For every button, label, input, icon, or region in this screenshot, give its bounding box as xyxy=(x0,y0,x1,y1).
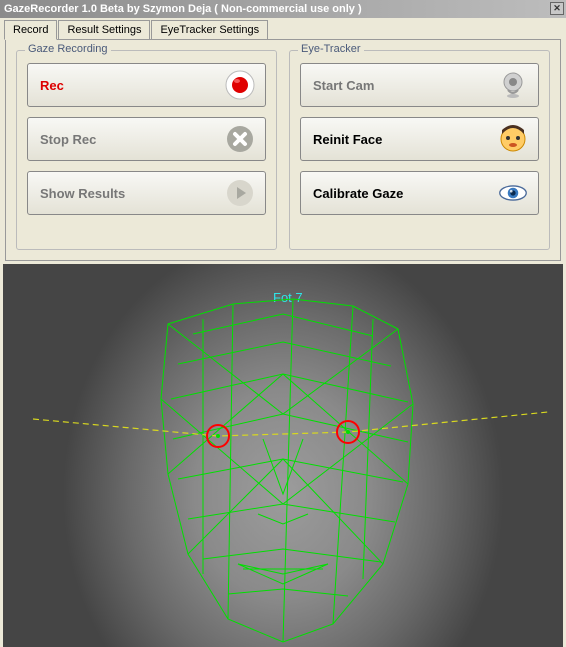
group-gaze-title: Gaze Recording xyxy=(25,43,111,55)
record-panel: Gaze Recording Rec Stop Rec xyxy=(5,39,561,261)
group-eye-tracker: Eye-Tracker Start Cam Reinit Face xyxy=(289,50,550,250)
close-icon[interactable]: ✕ xyxy=(550,2,564,15)
rec-label: Rec xyxy=(40,78,64,93)
rec-button[interactable]: Rec xyxy=(27,63,266,107)
record-icon xyxy=(225,70,255,100)
show-results-label: Show Results xyxy=(40,186,125,201)
tab-container: Record Result Settings EyeTracker Settin… xyxy=(0,18,566,261)
calibrate-gaze-label: Calibrate Gaze xyxy=(313,186,403,201)
window-title: GazeRecorder 1.0 Beta by Szymon Deja ( N… xyxy=(4,3,362,15)
group-gaze-recording: Gaze Recording Rec Stop Rec xyxy=(16,50,277,250)
reinit-face-button[interactable]: Reinit Face xyxy=(300,117,539,161)
start-cam-label: Start Cam xyxy=(313,78,374,93)
group-eye-title: Eye-Tracker xyxy=(298,43,364,55)
stop-rec-button[interactable]: Stop Rec xyxy=(27,117,266,161)
reinit-face-label: Reinit Face xyxy=(313,132,382,147)
show-results-button[interactable]: Show Results xyxy=(27,171,266,215)
calibrate-gaze-button[interactable]: Calibrate Gaze xyxy=(300,171,539,215)
tab-result-settings[interactable]: Result Settings xyxy=(58,20,150,39)
camera-preview: Fot 7 xyxy=(3,264,563,647)
stop-icon xyxy=(225,124,255,154)
tab-eyetracker-settings[interactable]: EyeTracker Settings xyxy=(151,20,268,39)
tab-record[interactable]: Record xyxy=(4,20,57,40)
webcam-icon xyxy=(498,70,528,100)
play-icon xyxy=(225,178,255,208)
window-titlebar: GazeRecorder 1.0 Beta by Szymon Deja ( N… xyxy=(0,0,566,18)
stop-rec-label: Stop Rec xyxy=(40,132,96,147)
face-mesh-overlay xyxy=(3,264,563,647)
face-icon xyxy=(498,124,528,154)
eye-icon xyxy=(498,178,528,208)
start-cam-button[interactable]: Start Cam xyxy=(300,63,539,107)
